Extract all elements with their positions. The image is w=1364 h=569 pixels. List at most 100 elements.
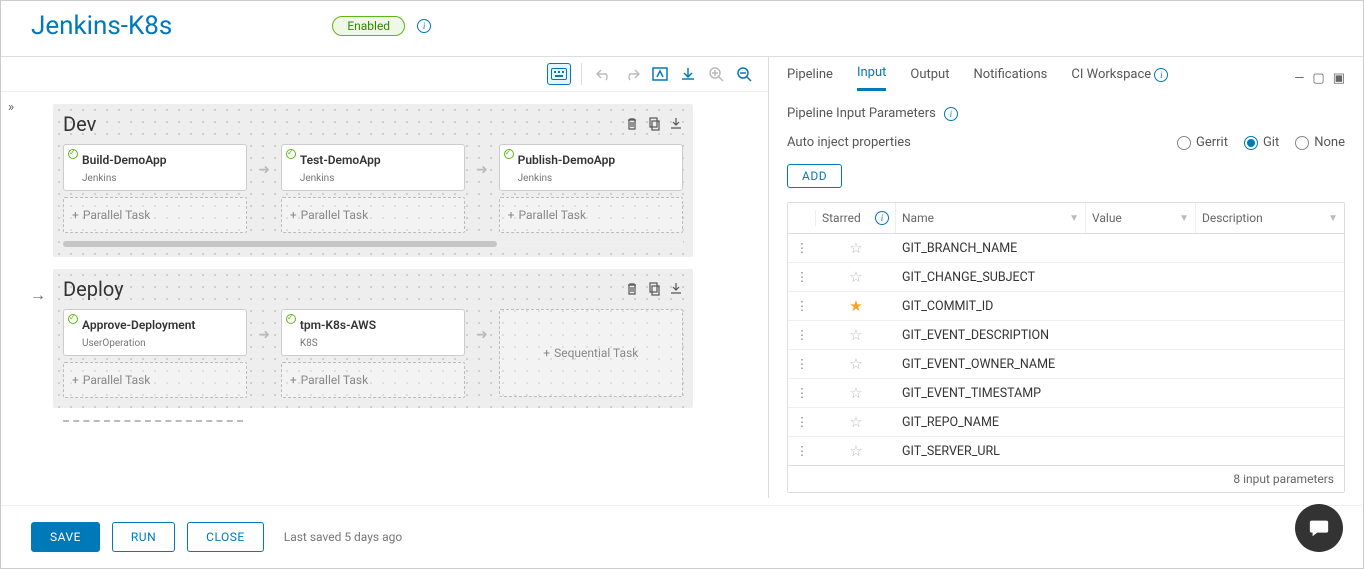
check-icon — [286, 149, 296, 159]
col-value[interactable]: Value▼ — [1086, 203, 1196, 233]
col-name[interactable]: Name▼ — [896, 203, 1086, 233]
check-icon — [286, 314, 296, 324]
star-icon[interactable]: ☆ — [816, 437, 896, 465]
stage-actions — [625, 282, 683, 296]
table-row[interactable]: ⋮☆GIT_BRANCH_NAME — [788, 234, 1344, 263]
parallel-task-slot[interactable]: +Parallel Task — [281, 197, 465, 233]
save-button[interactable]: SAVE — [31, 522, 100, 552]
task-col: tpm-K8s-AWS K8S +Parallel Task — [281, 309, 465, 398]
delete-icon[interactable] — [625, 282, 639, 296]
param-value — [1086, 272, 1196, 282]
table-row[interactable]: ⋮★GIT_COMMIT_ID — [788, 292, 1344, 321]
row-menu-icon[interactable]: ⋮ — [788, 322, 816, 348]
parallel-task-slot[interactable]: +Parallel Task — [499, 197, 683, 233]
info-icon: i — [1154, 68, 1168, 82]
task-name: Publish-DemoApp — [518, 153, 672, 167]
task-card[interactable]: Approve-Deployment UserOperation — [63, 309, 247, 356]
tab-output[interactable]: Output — [910, 67, 949, 90]
import-icon[interactable] — [669, 282, 683, 296]
tab-notifications[interactable]: Notifications — [973, 67, 1047, 90]
canvas-scroll[interactable]: Dev Build-DemoApp — [21, 92, 768, 498]
zoom-in-icon[interactable] — [704, 63, 728, 85]
connector-icon: ➜ — [255, 144, 272, 196]
radio-none[interactable]: None — [1295, 135, 1345, 150]
info-icon[interactable]: i — [417, 19, 431, 33]
radio-gerrit[interactable]: Gerrit — [1177, 135, 1228, 150]
run-button[interactable]: RUN — [112, 522, 175, 552]
stage-dev[interactable]: Dev Build-DemoApp — [53, 104, 693, 257]
row-menu-icon[interactable]: ⋮ — [788, 293, 816, 319]
check-icon — [68, 314, 78, 324]
row-menu-icon[interactable]: ⋮ — [788, 380, 816, 406]
tab-pipeline[interactable]: Pipeline — [787, 67, 833, 90]
parallel-task-slot[interactable]: +Parallel Task — [63, 197, 247, 233]
task-type: UserOperation — [82, 338, 236, 349]
table-row[interactable]: ⋮☆GIT_EVENT_OWNER_NAME — [788, 350, 1344, 379]
star-icon[interactable]: ★ — [816, 292, 896, 320]
stage-actions — [625, 117, 683, 131]
star-icon[interactable]: ☆ — [816, 379, 896, 407]
task-card[interactable]: tpm-K8s-AWS K8S — [281, 309, 465, 356]
copy-icon[interactable] — [647, 282, 661, 296]
star-icon[interactable]: ☆ — [816, 263, 896, 291]
fit-screen-icon[interactable] — [648, 63, 672, 85]
maximize-icon[interactable]: ▣ — [1333, 71, 1345, 86]
stage-header: Deploy — [63, 277, 683, 301]
table-row[interactable]: ⋮☆GIT_CHANGE_SUBJECT — [788, 263, 1344, 292]
row-menu-icon[interactable]: ⋮ — [788, 235, 816, 261]
parallel-task-slot[interactable]: +Parallel Task — [63, 362, 247, 398]
row-menu-icon[interactable]: ⋮ — [788, 409, 816, 435]
stage-scrollbar[interactable] — [63, 241, 683, 247]
task-card[interactable]: Publish-DemoApp Jenkins — [499, 144, 683, 191]
star-icon[interactable]: ☆ — [816, 234, 896, 262]
param-name: GIT_EVENT_DESCRIPTION — [896, 323, 1086, 348]
task-type: Jenkins — [300, 173, 454, 184]
stage-deploy[interactable]: Deploy Approve-Deploymen — [53, 269, 693, 408]
copy-icon[interactable] — [647, 117, 661, 131]
table-row[interactable]: ⋮☆GIT_EVENT_DESCRIPTION — [788, 321, 1344, 350]
status-badge[interactable]: Enabled — [332, 16, 405, 36]
task-card[interactable]: Build-DemoApp Jenkins — [63, 144, 247, 191]
table-row[interactable]: ⋮☆GIT_SERVER_URL — [788, 437, 1344, 465]
import-icon[interactable] — [669, 117, 683, 131]
info-icon[interactable]: i — [944, 107, 958, 121]
download-icon[interactable] — [676, 63, 700, 85]
parallel-task-slot[interactable]: +Parallel Task — [281, 362, 465, 398]
connector-icon: ➜ — [473, 144, 490, 196]
task-col: Approve-Deployment UserOperation +Parall… — [63, 309, 247, 398]
zoom-out-icon[interactable] — [732, 63, 756, 85]
delete-icon[interactable] — [625, 117, 639, 131]
tab-ci-workspace[interactable]: CI Workspace i — [1071, 67, 1168, 90]
param-value — [1086, 388, 1196, 398]
star-icon[interactable]: ☆ — [816, 321, 896, 349]
star-icon[interactable]: ☆ — [816, 408, 896, 436]
redo-icon[interactable] — [620, 63, 644, 85]
col-description[interactable]: Description▼ — [1196, 203, 1344, 233]
tab-input[interactable]: Input — [857, 65, 886, 91]
radio-git[interactable]: Git — [1244, 135, 1279, 150]
row-menu-icon[interactable]: ⋮ — [788, 351, 816, 377]
sequential-task-slot[interactable]: +Sequential Task — [499, 309, 683, 397]
add-button[interactable]: ADD — [787, 164, 842, 188]
task-card[interactable]: Test-DemoApp Jenkins — [281, 144, 465, 191]
add-row: ADD — [787, 164, 1345, 188]
row-menu-icon[interactable]: ⋮ — [788, 438, 816, 464]
keyboard-icon[interactable] — [547, 63, 571, 85]
table-footer: 8 input parameters — [788, 465, 1344, 492]
param-value — [1086, 417, 1196, 427]
table-row[interactable]: ⋮☆GIT_REPO_NAME — [788, 408, 1344, 437]
row-menu-icon[interactable]: ⋮ — [788, 264, 816, 290]
close-button[interactable]: CLOSE — [187, 522, 264, 552]
param-value — [1086, 243, 1196, 253]
table-row[interactable]: ⋮☆GIT_EVENT_TIMESTAMP — [788, 379, 1344, 408]
section-title: Pipeline Input Parameters — [787, 106, 936, 121]
star-icon[interactable]: ☆ — [816, 350, 896, 378]
expand-handle-icon[interactable]: » — [1, 92, 21, 498]
restore-icon[interactable]: ▢ — [1312, 71, 1324, 86]
minimize-icon[interactable]: — — [1294, 71, 1304, 86]
task-type: K8S — [300, 338, 454, 349]
window-buttons: — ▢ ▣ — [1294, 71, 1345, 86]
undo-icon[interactable] — [592, 63, 616, 85]
chat-icon[interactable] — [1295, 504, 1343, 552]
col-starred[interactable]: Starred i — [816, 203, 896, 233]
